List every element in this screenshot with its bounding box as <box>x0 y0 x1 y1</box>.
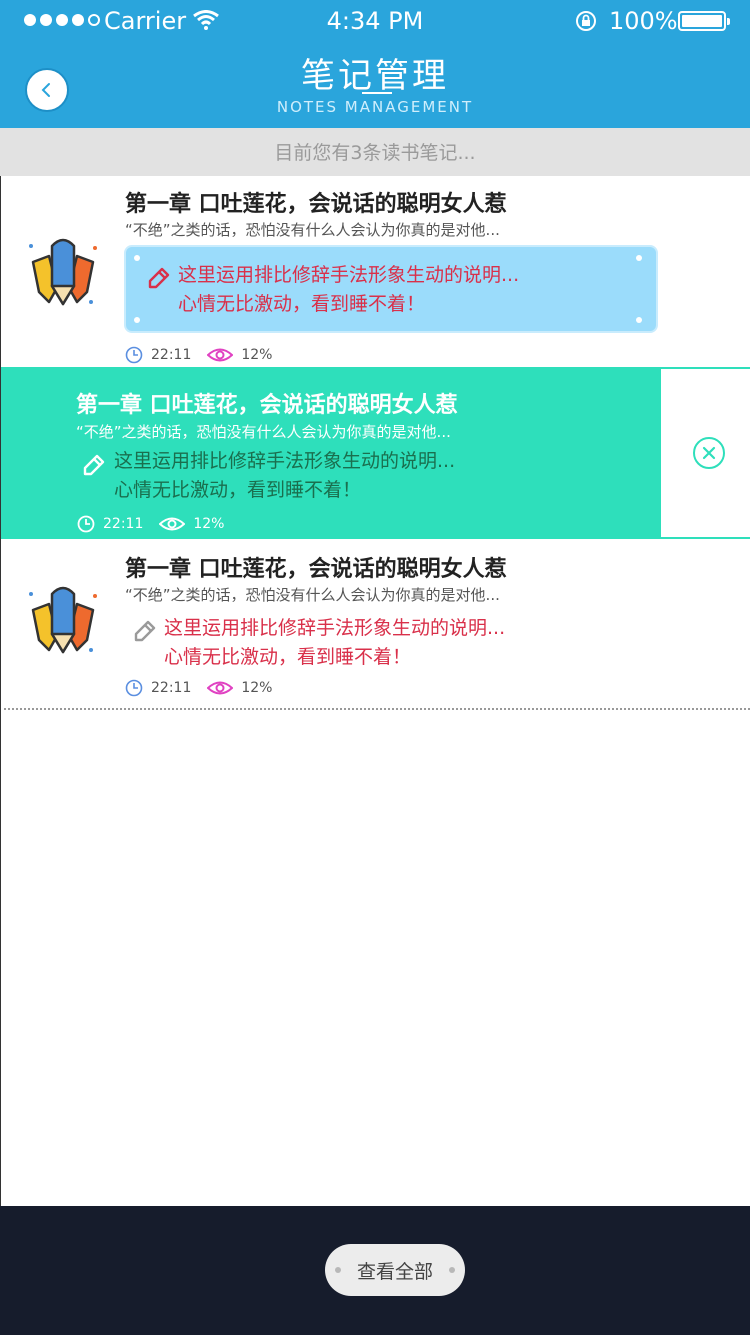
close-icon <box>702 446 716 460</box>
note-comment-line: 这里运用排比修辞手法形象生动的说明... <box>114 450 456 472</box>
note-comment: 这里运用排比修辞手法形象生动的说明... 心情无比激动，看到睡不着！ <box>164 614 505 672</box>
list-item-selected[interactable]: 第一章 口吐莲花，会说话的聪明女人惹 “不绝”之类的话，恐怕没有什么人会认为你真… <box>1 367 666 539</box>
note-meta: 22:11 12% <box>125 679 288 697</box>
pencil-icon <box>134 620 156 642</box>
list-item[interactable]: 第一章 口吐莲花，会说话的聪明女人惹 “不绝”之类的话，恐怕没有什么人会认为你真… <box>1 176 750 366</box>
note-progress: 12% <box>193 516 225 532</box>
note-title: 第一章 口吐莲花，会说话的聪明女人惹 <box>125 192 507 217</box>
bottom-bar: 查看全部 <box>0 1206 750 1335</box>
note-comment-line: 心情无比激动，看到睡不着！ <box>114 479 362 501</box>
notes-list: 第一章 口吐莲花，会说话的聪明女人惹 “不绝”之类的话，恐怕没有什么人会认为你真… <box>0 176 750 1206</box>
note-meta: 22:11 12% <box>125 346 288 364</box>
status-bar: Carrier 4:34 PM 100% <box>0 0 750 42</box>
note-comment-line: 这里运用排比修辞手法形象生动的说明... <box>164 617 506 639</box>
battery-percentage: 100% <box>609 7 678 35</box>
note-excerpt: “不绝”之类的话，恐怕没有什么人会认为你真的是对他... <box>125 586 500 604</box>
note-meta: 22:11 12% <box>77 515 240 533</box>
pencil-icon <box>83 454 105 476</box>
note-progress: 12% <box>241 347 273 363</box>
note-time: 22:11 <box>151 680 192 696</box>
note-time: 22:11 <box>103 516 144 532</box>
pencils-icon <box>29 238 97 306</box>
eye-icon <box>207 348 234 362</box>
note-comment: 这里运用排比修辞手法形象生动的说明... 心情无比激动，看到睡不着！ <box>178 261 519 319</box>
note-time: 22:11 <box>151 347 192 363</box>
top-bar: Carrier 4:34 PM 100% 笔记管理 NOTES MANAGEME… <box>0 0 750 128</box>
eye-icon <box>207 681 234 695</box>
rotation-lock-icon <box>576 11 596 31</box>
note-excerpt: “不绝”之类的话，恐怕没有什么人会认为你真的是对他... <box>125 221 500 239</box>
note-comment: 这里运用排比修辞手法形象生动的说明... 心情无比激动，看到睡不着！ <box>114 447 455 505</box>
list-item[interactable]: 第一章 口吐莲花，会说话的聪明女人惹 “不绝”之类的话，恐怕没有什么人会认为你真… <box>1 541 750 706</box>
note-title: 第一章 口吐莲花，会说话的聪明女人惹 <box>76 393 458 418</box>
pencil-icon <box>148 267 170 289</box>
clock-icon <box>77 515 95 533</box>
note-progress: 12% <box>241 680 273 696</box>
view-all-label: 查看全部 <box>356 1260 433 1283</box>
page-subtitle: NOTES MANAGEMENT <box>276 98 474 116</box>
clock-icon <box>125 346 143 364</box>
clock-icon <box>125 679 143 697</box>
eye-icon <box>159 517 186 531</box>
notes-count-banner: 目前您有3条读书笔记... <box>0 128 750 176</box>
delete-note-button[interactable] <box>693 437 725 469</box>
page-title: 笔记管理 <box>301 56 449 96</box>
title-underline <box>362 92 392 94</box>
note-title: 第一章 口吐莲花，会说话的聪明女人惹 <box>125 557 507 582</box>
note-comment-line: 心情无比激动，看到睡不着！ <box>164 646 412 668</box>
note-comment-line: 这里运用排比修辞手法形象生动的说明... <box>178 264 520 286</box>
pencils-icon <box>29 586 97 654</box>
swipe-delete-area <box>661 367 750 539</box>
battery-icon <box>678 11 730 31</box>
view-all-button[interactable]: 查看全部 <box>325 1244 465 1296</box>
note-comment-line: 心情无比激动，看到睡不着！ <box>178 293 426 315</box>
note-excerpt: “不绝”之类的话，恐怕没有什么人会认为你真的是对他... <box>76 423 451 441</box>
list-end-divider <box>4 708 750 710</box>
